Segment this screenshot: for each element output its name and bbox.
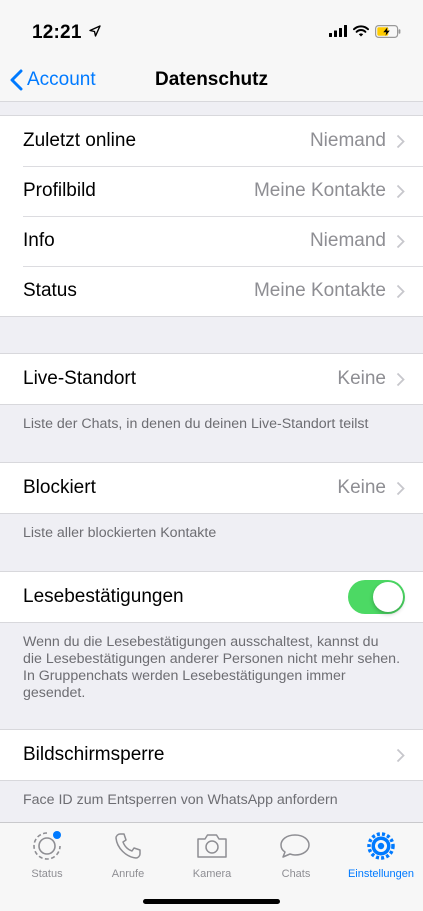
privacy-group: Zuletzt online Niemand Profilbild Meine …	[0, 115, 423, 317]
row-profile-photo[interactable]: Profilbild Meine Kontakte	[0, 166, 423, 216]
row-label: Info	[23, 230, 55, 251]
tab-camera[interactable]: Kamera	[172, 829, 252, 880]
camera-icon	[197, 834, 227, 858]
settings-content: Zuletzt online Niemand Profilbild Meine …	[0, 102, 423, 809]
tab-bar: Status Anrufe Kamera Chats Einstellungen	[0, 822, 423, 911]
settings-gear-icon	[367, 832, 395, 860]
tab-status[interactable]: Status	[7, 829, 87, 880]
read-receipts-group: Lesebestätigungen	[0, 571, 423, 623]
live-location-footer: Liste der Chats, in denen du deinen Live…	[23, 416, 369, 432]
chats-icon	[280, 834, 310, 858]
live-location-group: Live-Standort Keine	[0, 353, 423, 405]
read-receipts-toggle[interactable]	[348, 580, 405, 614]
blocked-group: Blockiert Keine	[0, 462, 423, 514]
row-live-location[interactable]: Live-Standort Keine	[0, 354, 423, 404]
toggle-knob	[373, 582, 403, 612]
row-label: Lesebestätigungen	[23, 586, 184, 607]
tab-chats[interactable]: Chats	[256, 829, 336, 880]
row-screen-lock[interactable]: Bildschirmsperre	[0, 730, 423, 780]
battery-charging-icon	[375, 24, 401, 38]
row-value: Keine	[337, 368, 386, 389]
wifi-icon	[353, 25, 369, 37]
status-bar: 12:21	[0, 0, 423, 58]
tab-label: Einstellungen	[347, 868, 415, 880]
row-label: Status	[23, 280, 77, 301]
row-value: Niemand	[309, 230, 386, 251]
status-time: 12:21	[32, 22, 101, 44]
tab-calls[interactable]: Anrufe	[88, 829, 168, 880]
screen-lock-group: Bildschirmsperre	[0, 729, 423, 781]
chevron-right-icon	[396, 372, 405, 386]
status-icons	[329, 23, 401, 39]
row-label: Bildschirmsperre	[23, 744, 165, 765]
row-label: Blockiert	[23, 477, 96, 498]
chevron-right-icon	[396, 184, 405, 198]
signal-icon	[329, 25, 347, 37]
status-icon	[33, 831, 61, 860]
tab-label: Anrufe	[111, 868, 145, 880]
row-label: Live-Standort	[23, 368, 137, 389]
tab-label: Kamera	[192, 868, 232, 880]
row-label: Zuletzt online	[23, 130, 137, 151]
tab-label: Chats	[281, 868, 311, 880]
chevron-right-icon	[396, 284, 405, 298]
row-value: Meine Kontakte	[253, 280, 386, 301]
row-status[interactable]: Status Meine Kontakte	[0, 266, 423, 316]
screen-lock-footer: Face ID zum Entsperren von WhatsApp anfo…	[23, 792, 338, 808]
row-value: Niemand	[309, 130, 386, 151]
row-last-seen[interactable]: Zuletzt online Niemand	[0, 116, 423, 166]
row-blocked[interactable]: Blockiert Keine	[0, 463, 423, 513]
home-indicator	[143, 899, 280, 904]
row-value: Meine Kontakte	[253, 180, 386, 201]
chevron-right-icon	[396, 748, 405, 762]
row-info[interactable]: Info Niemand	[0, 216, 423, 266]
phone-icon	[115, 833, 141, 859]
navigation-bar: Account Datenschutz	[0, 58, 423, 102]
read-receipts-footer: Wenn du die Lesebestätigungen ausschalte…	[23, 634, 401, 701]
row-read-receipts: Lesebestätigungen	[0, 572, 423, 622]
tab-label: Status	[31, 868, 63, 880]
blocked-footer: Liste aller blockierten Kontakte	[23, 525, 217, 541]
chevron-right-icon	[396, 481, 405, 495]
page-title: Datenschutz	[155, 69, 268, 90]
row-value: Keine	[337, 477, 386, 498]
tab-settings[interactable]: Einstellungen	[341, 829, 421, 880]
location-arrow-icon	[89, 25, 101, 37]
chevron-right-icon	[396, 234, 405, 248]
row-label: Profilbild	[23, 180, 96, 201]
chevron-right-icon	[396, 134, 405, 148]
clock-label: 12:21	[32, 22, 82, 43]
